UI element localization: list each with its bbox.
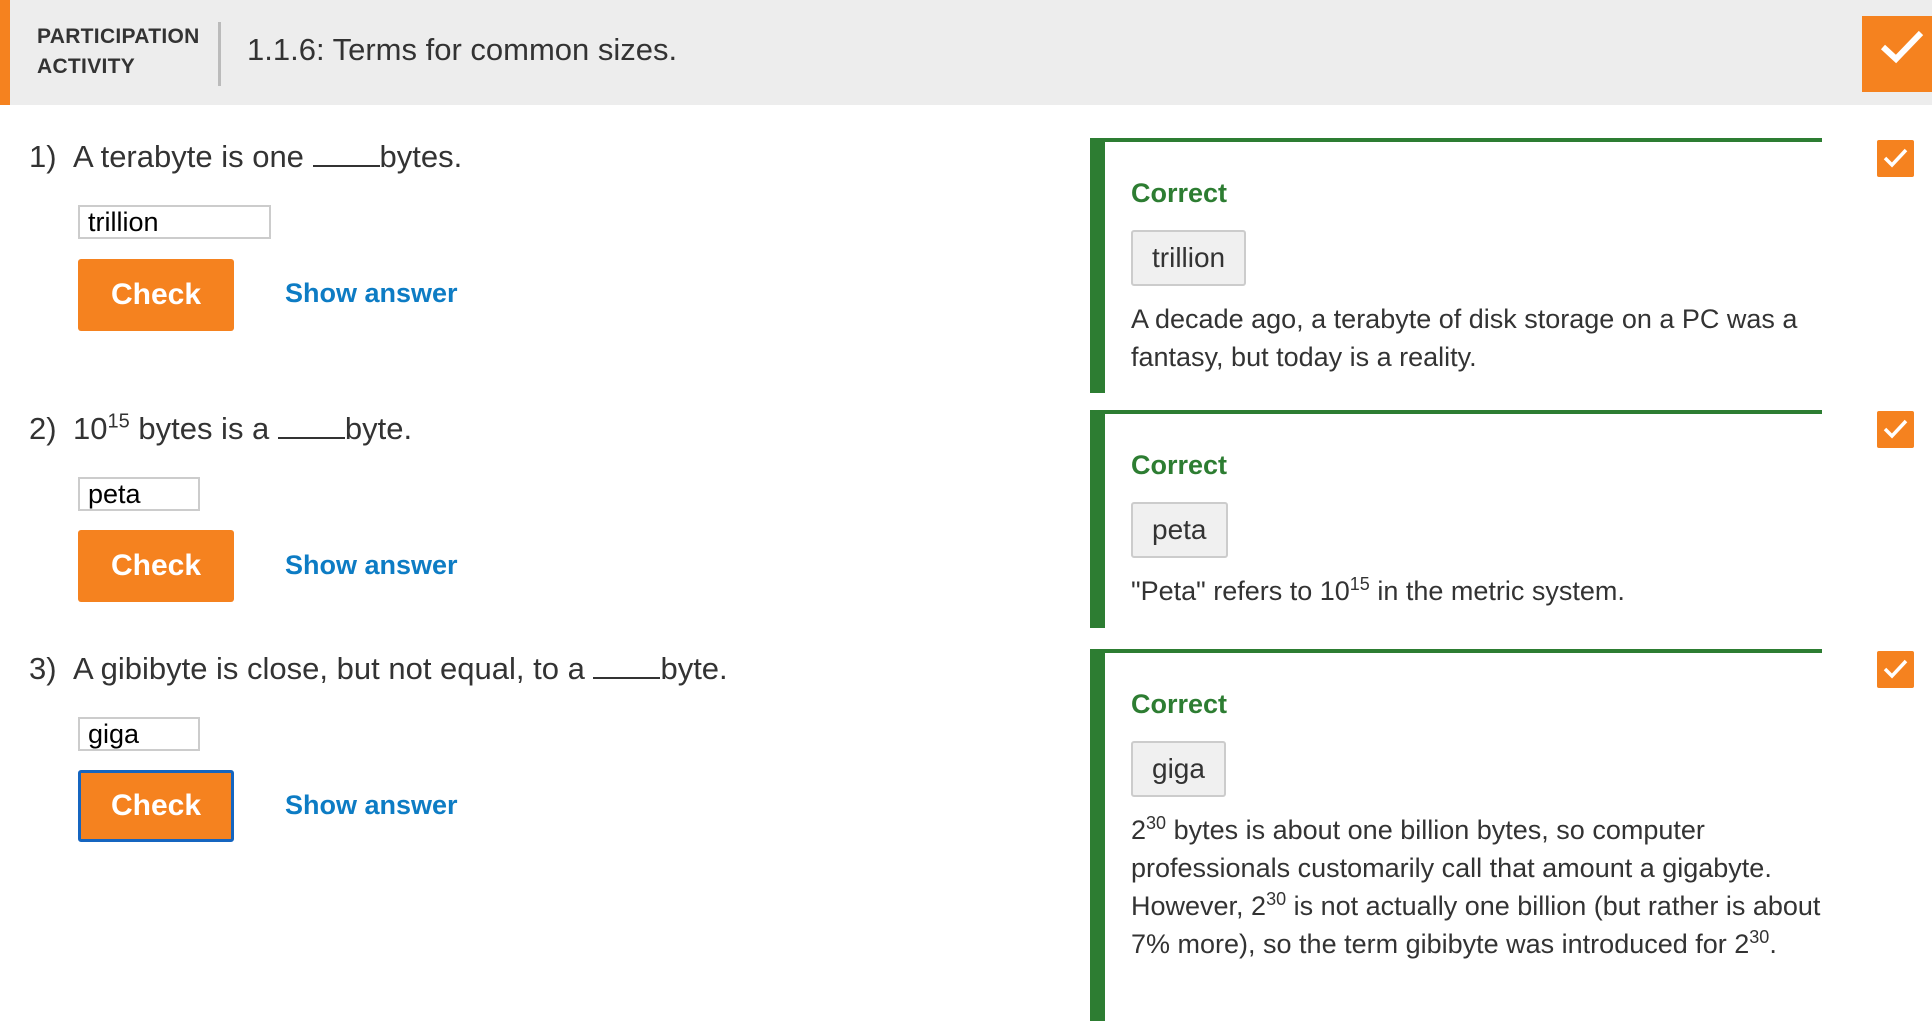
answer-blank — [277, 411, 345, 439]
participation-label: PARTICIPATION ACTIVITY — [37, 22, 217, 82]
answer-input[interactable] — [78, 205, 271, 239]
question-number: 3) — [29, 651, 57, 686]
question-text: 1015 bytes is a byte. — [73, 411, 412, 447]
question-complete-indicator — [1877, 411, 1914, 448]
checkmark-icon — [1883, 148, 1908, 168]
feedback-exponent: 30 — [1146, 813, 1167, 833]
question-text-mid: bytes is a — [129, 411, 278, 446]
check-button[interactable]: Check — [78, 259, 234, 331]
participation-label-line2: ACTIVITY — [37, 55, 136, 78]
feedback-status: Correct — [1131, 178, 1228, 208]
activity-title: 1.1.6: Terms for common sizes. — [247, 32, 678, 67]
participation-label-line1: PARTICIPATION — [37, 25, 200, 48]
question-text-before: A gibibyte is close, but not equal, to a — [73, 651, 594, 686]
question-text: A terabyte is one bytes. — [73, 139, 462, 175]
answer-blank — [593, 651, 661, 679]
feedback-panel: Correct trillion A decade ago, a terabyt… — [1090, 138, 1822, 393]
feedback-exponent: 15 — [1349, 574, 1370, 594]
question-text-base: 10 — [73, 411, 108, 446]
question-text-exponent: 15 — [107, 410, 130, 433]
answer-blank — [312, 139, 380, 167]
question-number: 2) — [29, 411, 57, 446]
question-complete-indicator — [1877, 651, 1914, 688]
feedback-status: Correct — [1131, 689, 1228, 719]
feedback-text-part: 2 — [1131, 815, 1147, 845]
question-number: 1) — [29, 139, 57, 174]
answer-input[interactable] — [78, 477, 200, 511]
feedback-text-part: . — [1769, 929, 1777, 959]
feedback-text-before: "Peta" refers to 10 — [1131, 576, 1350, 606]
show-answer-link[interactable]: Show answer — [285, 278, 458, 309]
question-text: A gibibyte is close, but not equal, to a… — [73, 651, 728, 687]
feedback-answer-chip: trillion — [1131, 230, 1247, 286]
question-text-after: bytes. — [379, 139, 463, 174]
activity-header: PARTICIPATION ACTIVITY 1.1.6: Terms for … — [0, 0, 1932, 105]
check-button[interactable]: Check — [78, 770, 234, 842]
feedback-answer-chip: giga — [1131, 741, 1226, 797]
header-divider — [218, 22, 221, 86]
question-complete-indicator — [1877, 140, 1914, 177]
feedback-panel: Correct peta "Peta" refers to 1015 in th… — [1090, 410, 1822, 628]
feedback-text-after: in the metric system. — [1369, 576, 1625, 606]
feedback-status: Correct — [1131, 450, 1228, 480]
answer-input[interactable] — [78, 717, 200, 751]
question-text-after: byte. — [344, 411, 413, 446]
feedback-explanation: A decade ago, a terabyte of disk storage… — [1131, 304, 1798, 372]
question-text-before: A terabyte is one — [73, 139, 313, 174]
feedback-answer-chip: peta — [1131, 502, 1228, 558]
feedback-explanation: "Peta" refers to 1015 in the metric syst… — [1131, 572, 1821, 610]
checkmark-icon — [1883, 419, 1908, 439]
checkmark-icon — [1883, 659, 1908, 679]
question-text-after: byte. — [660, 651, 728, 686]
feedback-exponent: 30 — [1266, 889, 1287, 909]
show-answer-link[interactable]: Show answer — [285, 790, 458, 821]
checkmark-icon — [1880, 30, 1924, 64]
show-answer-link[interactable]: Show answer — [285, 550, 458, 581]
activity-complete-badge — [1862, 16, 1932, 92]
feedback-exponent: 30 — [1749, 927, 1770, 947]
check-button[interactable]: Check — [78, 530, 234, 602]
feedback-panel: Correct giga 230 bytes is about one bill… — [1090, 649, 1822, 1021]
feedback-explanation: 230 bytes is about one billion bytes, so… — [1131, 811, 1821, 963]
